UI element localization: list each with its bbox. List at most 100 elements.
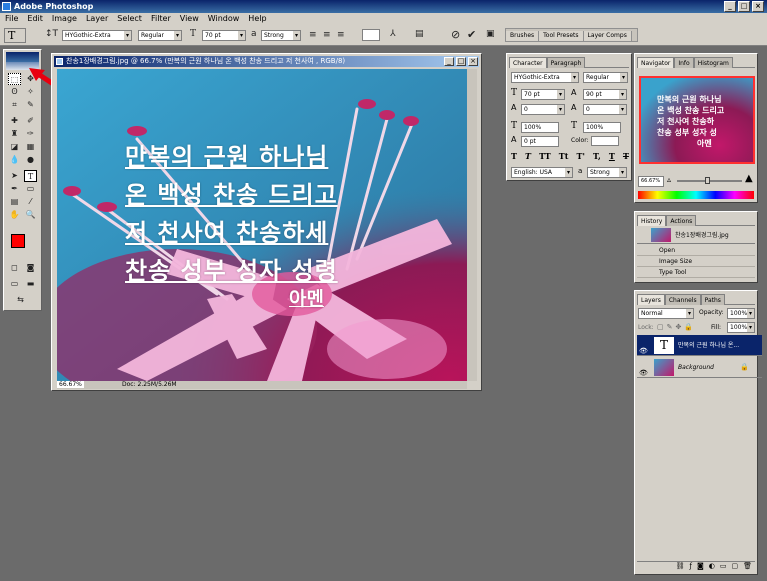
brush-tool[interactable]: ✐: [24, 115, 37, 127]
navigator-preview[interactable]: 만복의 근원 하나님 온 백성 찬송 드리고 저 천사여 찬송하 찬송 성부 성…: [639, 76, 755, 164]
tab-layers[interactable]: Layers: [637, 294, 665, 305]
underline-button[interactable]: T: [609, 151, 615, 163]
tab-actions[interactable]: Actions: [666, 215, 697, 226]
align-left-icon[interactable]: ≡: [309, 30, 317, 40]
char-font-size-select[interactable]: 70 pt: [521, 89, 565, 100]
history-snapshot[interactable]: 찬송1장배경그림.jpg: [637, 226, 755, 244]
type-tool[interactable]: T: [24, 170, 37, 182]
history-item[interactable]: Type Tool: [637, 268, 755, 278]
link-layers-icon[interactable]: ⛓: [676, 562, 685, 572]
menu-help[interactable]: Help: [248, 13, 266, 25]
menu-window[interactable]: Window: [208, 13, 240, 25]
subscript-button[interactable]: T,: [593, 151, 601, 163]
superscript-button[interactable]: T': [577, 151, 585, 163]
marquee-tool[interactable]: ⬚: [8, 73, 21, 85]
standard-screen-mode-icon[interactable]: ▭: [8, 278, 21, 290]
imageready-jump-icon[interactable]: ⇆: [14, 294, 27, 306]
image-canvas[interactable]: 만복의 근원 하나님 온 백성 찬송 드리고 저 천사여 찬송하세 찬송 성부 …: [57, 69, 467, 381]
lasso-tool[interactable]: ʘ: [8, 86, 21, 98]
font-family-select[interactable]: HYGothic-Extra: [62, 30, 132, 41]
adjustment-layer-icon[interactable]: ◐: [709, 562, 715, 572]
tab-channels[interactable]: Channels: [664, 294, 701, 305]
text-orientation-icon[interactable]: ↕T: [45, 29, 58, 39]
tab-paragraph[interactable]: Paragraph: [546, 57, 586, 68]
layer-mask-icon[interactable]: ◙: [697, 562, 704, 572]
pen-tool[interactable]: ✒: [8, 183, 21, 195]
menu-image[interactable]: Image: [52, 13, 77, 25]
full-screen-mode-icon[interactable]: ▬: [24, 278, 37, 290]
small-caps-button[interactable]: Tt: [559, 151, 569, 163]
navigator-zoom-input[interactable]: 66.67%: [638, 176, 664, 187]
foreground-color-swatch[interactable]: [11, 234, 25, 248]
well-tab-layer-comps[interactable]: Layer Comps: [583, 31, 632, 41]
char-kerning-select[interactable]: 0: [521, 104, 565, 115]
char-leading-select[interactable]: 90 pt: [583, 89, 627, 100]
menu-select[interactable]: Select: [117, 13, 142, 25]
lock-icons[interactable]: ▢✎✥🔒: [657, 323, 696, 331]
quick-mask-mode-icon[interactable]: ◙: [24, 262, 37, 274]
all-caps-button[interactable]: TT: [539, 151, 551, 163]
delete-layer-icon[interactable]: 🗑: [743, 562, 752, 572]
zoom-out-icon[interactable]: ▵: [667, 175, 671, 184]
gradient-tool[interactable]: ▦: [24, 141, 37, 153]
new-group-icon[interactable]: ▭: [720, 562, 727, 572]
text-color-swatch[interactable]: [362, 29, 380, 41]
crop-tool[interactable]: ⌗: [8, 99, 21, 111]
eyedropper-tool[interactable]: ⁄: [24, 196, 37, 208]
char-font-family-select[interactable]: HYGothic-Extra: [511, 72, 579, 83]
font-style-select[interactable]: Regular: [138, 30, 182, 41]
char-horizontal-scale-input[interactable]: 100%: [583, 122, 621, 133]
char-font-style-select[interactable]: Regular: [583, 72, 628, 83]
document-title-bar[interactable]: 찬송1장배경그림.jpg @ 66.7% (만복의 근원 하나님 온 백성 찬송…: [54, 56, 479, 67]
eye-icon[interactable]: 👁: [639, 363, 648, 384]
tab-navigator[interactable]: Navigator: [637, 57, 675, 68]
maximize-button[interactable]: □: [738, 1, 750, 12]
history-item[interactable]: Open: [637, 246, 755, 256]
well-tab-tool-presets[interactable]: Tool Presets: [539, 31, 584, 41]
char-tracking-select[interactable]: 0: [583, 104, 627, 115]
minimize-button[interactable]: _: [724, 1, 736, 12]
layer-row-text[interactable]: 👁 T 만복의 근원 하나님 온...: [637, 335, 762, 356]
tab-histogram[interactable]: Histogram: [693, 57, 733, 68]
blend-mode-select[interactable]: Normal: [638, 308, 694, 319]
healing-brush-tool[interactable]: ✚: [8, 115, 21, 127]
vertical-scrollbar[interactable]: [467, 69, 477, 381]
dodge-tool[interactable]: ●: [24, 154, 37, 166]
faux-italic-button[interactable]: T: [525, 151, 531, 163]
clone-stamp-tool[interactable]: ♜: [8, 128, 21, 140]
align-right-icon[interactable]: ≡: [337, 30, 345, 40]
type-tool-preset-picker[interactable]: T: [4, 28, 26, 43]
new-layer-icon[interactable]: ▢: [731, 562, 738, 572]
tab-history[interactable]: History: [637, 215, 667, 226]
history-item[interactable]: Image Size: [637, 257, 755, 267]
color-ramp[interactable]: [638, 191, 754, 199]
close-button[interactable]: ×: [752, 1, 764, 12]
hand-tool[interactable]: ✋: [8, 209, 21, 221]
antialias-select[interactable]: Strong: [261, 30, 301, 41]
commit-edits-icon[interactable]: ✔: [467, 28, 476, 41]
fill-input[interactable]: 100%: [727, 322, 755, 333]
strikethrough-button[interactable]: T: [623, 151, 629, 163]
eraser-tool[interactable]: ◪: [8, 141, 21, 153]
toolbox-header[interactable]: [6, 52, 39, 62]
layer-style-icon[interactable]: ƒ: [689, 562, 691, 572]
menu-file[interactable]: File: [5, 13, 18, 25]
faux-bold-button[interactable]: T: [511, 151, 517, 163]
align-center-icon[interactable]: ≡: [323, 30, 331, 40]
cancel-edits-icon[interactable]: ⊘: [451, 28, 460, 41]
well-tab-brushes[interactable]: Brushes: [506, 31, 540, 41]
tab-paths[interactable]: Paths: [700, 294, 725, 305]
zoom-tool[interactable]: 🔍: [24, 209, 37, 221]
warp-text-icon[interactable]: ⅄: [390, 29, 396, 39]
doc-close-button[interactable]: ×: [468, 57, 478, 66]
char-language-select[interactable]: English: USA: [511, 167, 573, 178]
zoom-slider-handle[interactable]: [705, 177, 710, 184]
opacity-input[interactable]: 100%: [727, 308, 755, 319]
doc-maximize-button[interactable]: □: [456, 57, 466, 66]
doc-minimize-button[interactable]: _: [444, 57, 454, 66]
character-palette-toggle-icon[interactable]: ▤: [415, 29, 424, 39]
shape-tool[interactable]: ▭: [24, 183, 37, 195]
tab-character[interactable]: Character: [509, 57, 547, 68]
blur-tool[interactable]: 💧: [8, 154, 21, 166]
char-vertical-scale-input[interactable]: 100%: [521, 122, 559, 133]
